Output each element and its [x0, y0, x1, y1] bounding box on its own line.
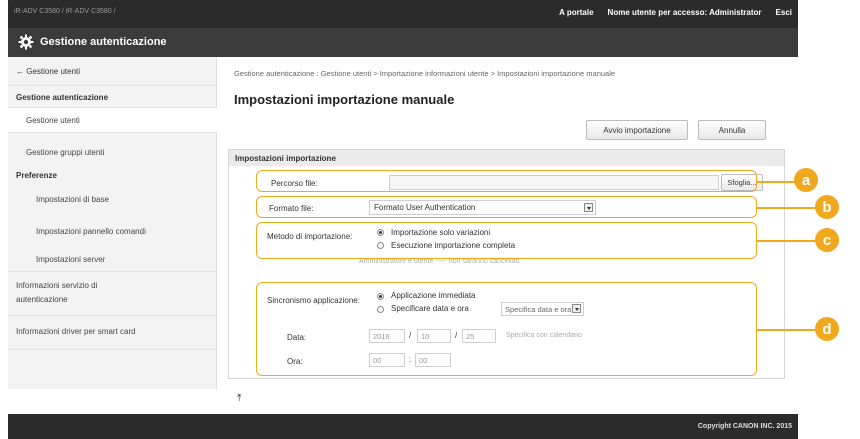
sidebar-item-server[interactable]: Impostazioni server: [36, 255, 105, 264]
app-title: Gestione autenticazione: [40, 36, 167, 48]
sidebar-item-users[interactable]: Gestione utenti: [26, 116, 80, 125]
divider: [8, 349, 217, 350]
callout-frame-d: [256, 282, 757, 376]
sidebar-item-auth-service-line2[interactable]: autenticazione: [16, 295, 68, 304]
callout-badge-b: b: [815, 195, 839, 219]
sidebar: ← Gestione utenti Gestione autenticazion…: [8, 57, 217, 389]
divider: [8, 315, 217, 316]
cancel-button[interactable]: Annulla: [698, 120, 766, 140]
callout-frame-c: [256, 222, 757, 259]
scroll-top-icon[interactable]: ⤒: [237, 393, 241, 404]
sidebar-item-groups[interactable]: Gestione gruppi utenti: [26, 148, 104, 157]
sidebar-section-auth: Gestione autenticazione: [16, 93, 109, 102]
divider: [8, 85, 217, 86]
sidebar-section-preferences: Preferenze: [16, 171, 57, 180]
callout-badge-c: c: [815, 228, 839, 252]
user-name: Administrator: [709, 8, 762, 17]
copyright: Copyright CANON INC. 2015: [697, 423, 792, 430]
logout-link[interactable]: Esci: [776, 8, 792, 17]
breadcrumb: Gestione autenticazione : Gestione utent…: [234, 69, 616, 78]
device-name: iR-ADV C3580 / iR-ADV C3580 /: [14, 8, 116, 15]
callout-line-d: [757, 329, 816, 331]
top-links: A portale Nome utente per accesso: Admin…: [559, 8, 792, 17]
user-label: Nome utente per accesso:: [607, 8, 708, 17]
sidebar-item-users-selected[interactable]: Gestione utenti: [8, 107, 217, 133]
sidebar-item-auth-service[interactable]: Informazioni servizio di: [16, 281, 97, 290]
top-bar: iR-ADV C3580 / iR-ADV C3580 / A portale …: [8, 0, 798, 28]
divider: [8, 271, 217, 272]
callout-frame-b: [256, 196, 757, 218]
callout-frame-a: [256, 170, 757, 192]
portal-link[interactable]: A portale: [559, 8, 593, 17]
callout-line-c: [757, 240, 816, 242]
sidebar-item-panel[interactable]: Impostazioni pannello comandi: [36, 227, 146, 236]
title-bar: Gestione autenticazione: [8, 28, 798, 57]
sidebar-item-smartcard-driver[interactable]: Informazioni driver per smart card: [16, 327, 136, 336]
sidebar-item-basic[interactable]: Impostazioni di base: [36, 195, 109, 204]
footer: Copyright CANON INC. 2015: [8, 414, 798, 439]
callout-line-b: [757, 207, 816, 209]
section-title: Impostazioni importazione: [229, 150, 784, 166]
callout-badge-d: d: [815, 317, 839, 341]
callout-badge-a: a: [794, 168, 818, 192]
method-note: Amministratore e utente ----- non sarann…: [359, 258, 521, 265]
back-link[interactable]: ← Gestione utenti: [16, 67, 80, 76]
gear-icon: [18, 34, 34, 50]
page-title: Impostazioni importazione manuale: [234, 92, 455, 107]
start-import-button[interactable]: Avvio importazione: [586, 120, 688, 140]
callout-line-a: [757, 181, 795, 183]
